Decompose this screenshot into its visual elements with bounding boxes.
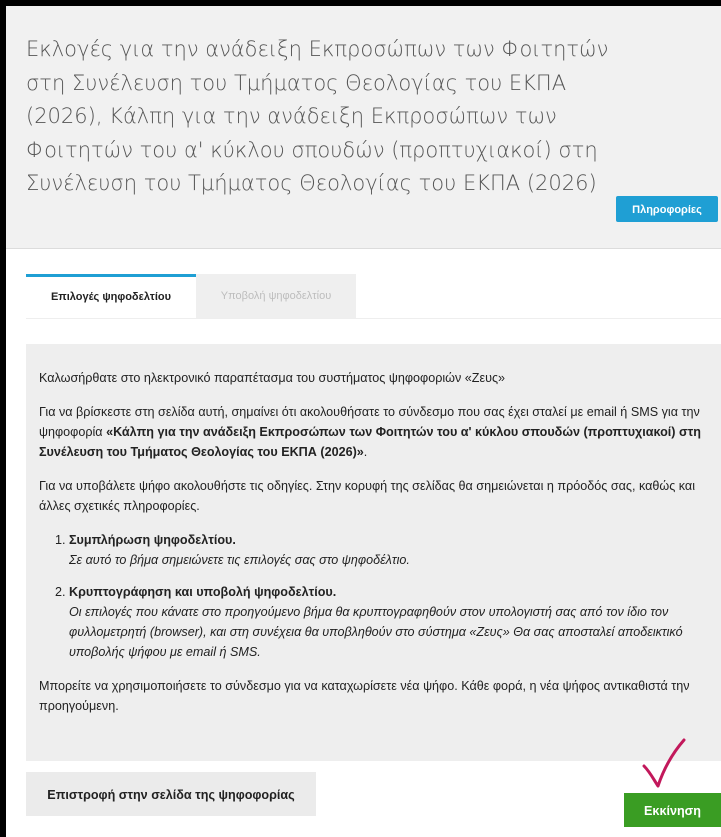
instructions-panel: Καλωσήρθατε στο ηλεκτρονικό παραπέτασμα …	[26, 344, 721, 761]
footer-note: Μπορείτε να χρησιμοποιήσετε το σύνδεσμο …	[39, 679, 690, 713]
page-frame: Εκλογές για την ανάδειξη Εκπροσώπων των …	[6, 6, 721, 837]
election-header: Εκλογές για την ανάδειξη Εκπροσώπων των …	[6, 6, 721, 249]
checkmark-annotation-icon	[642, 738, 686, 788]
tab-ballot-submit[interactable]: Υποβολή ψηφοδελτίου	[196, 274, 356, 318]
info-button[interactable]: Πληροφορίες	[616, 196, 718, 222]
step-item: Συμπλήρωση ψηφοδελτίου. Σε αυτό το βήμα …	[69, 530, 711, 570]
steps-list: Συμπλήρωση ψηφοδελτίου. Σε αυτό το βήμα …	[39, 530, 711, 662]
page-title: Εκλογές για την ανάδειξη Εκπροσώπων των …	[26, 37, 609, 195]
step-item: Κρυπτογράφηση και υποβολή ψηφοδελτίου. Ο…	[69, 582, 711, 662]
start-button[interactable]: Εκκίνηση	[624, 793, 721, 827]
tabs-divider	[26, 318, 721, 319]
ballot-box-name: «Κάλπη για την ανάδειξη Εκπροσώπων των Φ…	[39, 425, 701, 459]
step-description: Οι επιλογές που κάνατε στο προηγούμενο β…	[69, 605, 683, 659]
back-to-election-button[interactable]: Επιστροφή στην σελίδα της ψηφοφορίας	[26, 772, 316, 816]
ballot-tabs: Επιλογές ψηφοδελτίου Υποβολή ψηφοδελτίου	[26, 274, 721, 318]
instructions-text: Για να υποβάλετε ψήφο ακολουθήστε τις οδ…	[39, 479, 695, 513]
welcome-text: Καλωσήρθατε στο ηλεκτρονικό παραπέτασμα …	[39, 371, 506, 385]
step-title: Συμπλήρωση ψηφοδελτίου.	[69, 533, 236, 547]
step-description: Σε αυτό το βήμα σημειώνετε τις επιλογές …	[69, 553, 410, 567]
intro-text: Για να βρίσκεστε στη σελίδα αυτή, σημαίν…	[39, 402, 711, 462]
intro-text-end: .	[363, 445, 368, 459]
step-title: Κρυπτογράφηση και υποβολή ψηφοδελτίου.	[69, 585, 337, 599]
tab-ballot-options[interactable]: Επιλογές ψηφοδελτίου	[26, 274, 196, 318]
